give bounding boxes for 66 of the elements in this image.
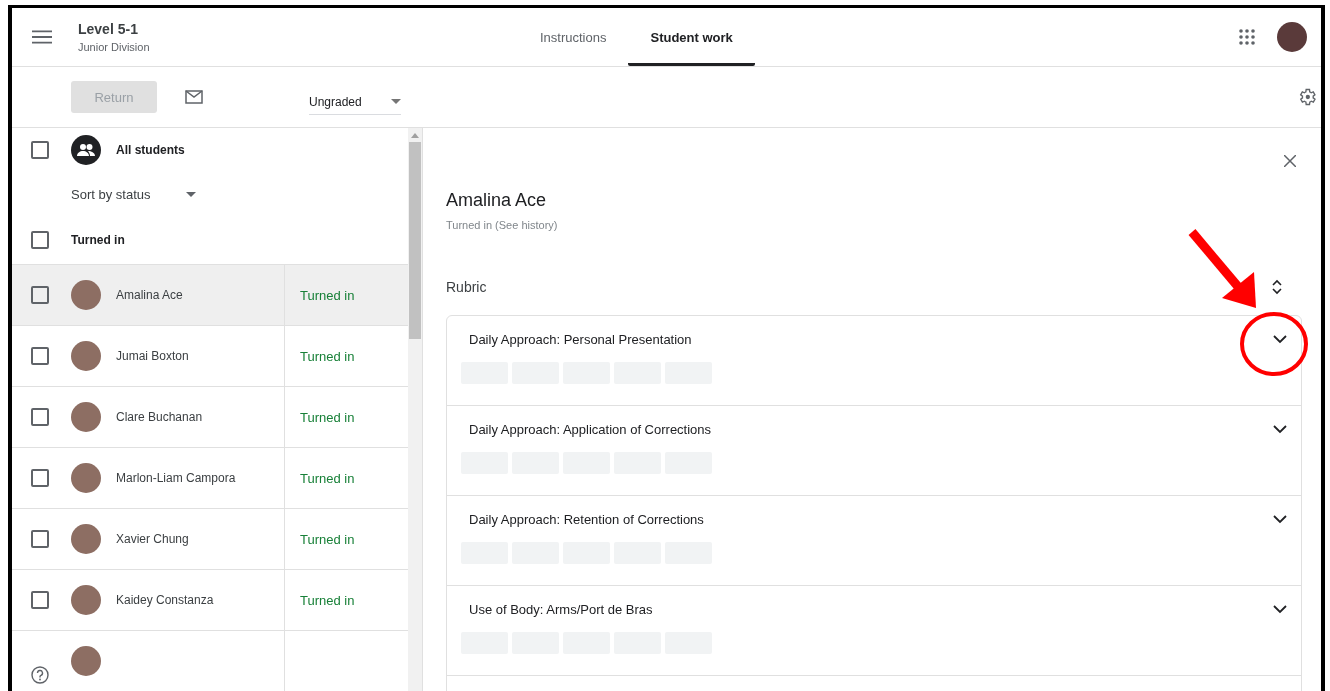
highlight-circle	[1240, 312, 1308, 376]
student-status: Turned in	[300, 287, 355, 303]
student-row[interactable]: Kaidey Constanza Turned in	[12, 569, 408, 630]
caret-icon	[186, 191, 197, 197]
sort-dropdown[interactable]: Sort by status	[71, 186, 197, 202]
student-avatar	[71, 402, 101, 432]
student-avatar	[71, 463, 101, 493]
checkbox[interactable]	[31, 347, 49, 365]
student-avatar	[71, 585, 101, 615]
chevron-icon[interactable]	[1273, 515, 1287, 524]
chevron-icon[interactable]	[1273, 335, 1287, 344]
student-row[interactable]: Amalina Ace Turned in	[12, 264, 408, 325]
submission-status: Turned in (See history)	[446, 219, 559, 231]
menu-icon[interactable]	[32, 30, 52, 44]
criterion-title: Daily Approach: Personal Presentation	[469, 332, 692, 347]
student-status: Turned in	[300, 531, 355, 547]
student-row[interactable]: Jumai Boxton Turned in	[12, 325, 408, 386]
criterion-title: Daily Approach: Application of Corrections	[469, 422, 712, 437]
checkbox[interactable]	[31, 591, 49, 609]
settings-icon[interactable]	[1297, 87, 1317, 107]
checkbox[interactable]	[31, 530, 49, 548]
tab[interactable]: Student work	[628, 8, 755, 66]
student-name: Jumai Boxton	[116, 349, 189, 363]
expand-collapse-icon[interactable]	[1272, 279, 1282, 295]
student-status: Turned in	[300, 409, 355, 425]
checkbox[interactable]	[31, 141, 49, 160]
student-row[interactable]: Xavier Chung Turned in	[12, 508, 408, 569]
chevron-icon[interactable]	[1273, 605, 1287, 614]
course-subtitle: Junior Division	[78, 41, 151, 53]
student-name: Xavier Chung	[116, 532, 189, 546]
close-icon[interactable]	[1284, 155, 1296, 167]
student-avatar	[71, 341, 101, 371]
apps-grid-icon[interactable]	[1239, 29, 1255, 45]
help-icon[interactable]	[31, 666, 49, 684]
student-name: Clare Buchanan	[116, 410, 203, 424]
checkbox[interactable]	[31, 408, 49, 426]
group-label: Turned in	[71, 233, 125, 248]
checkbox[interactable]	[31, 469, 49, 487]
student-row[interactable]: Marlon-Liam Campora Turned in	[12, 447, 408, 508]
checkbox[interactable]	[31, 231, 49, 250]
student-row[interactable]: Clare Buchanan Turned in	[12, 386, 408, 447]
grade-filter-dropdown[interactable]: Ungraded	[309, 89, 401, 115]
student-avatar	[71, 524, 101, 554]
student-name-heading: Amalina Ace	[446, 190, 548, 211]
student-status: Turned in	[300, 592, 355, 608]
course-title: Level 5-1	[78, 21, 139, 37]
rubric-heading: Rubric	[446, 279, 487, 295]
email-icon[interactable]	[185, 90, 203, 104]
criterion-title: Daily Approach: Retention of Corrections	[469, 512, 704, 527]
student-name: Marlon-Liam Campora	[116, 471, 236, 485]
account-avatar[interactable]	[1277, 22, 1307, 52]
chevron-icon[interactable]	[1273, 425, 1287, 434]
student-status: Turned in	[300, 470, 355, 486]
checkbox[interactable]	[31, 286, 49, 304]
student-name: Kaidey Constanza	[116, 593, 214, 607]
criterion-title: Use of Body: Arms/Port de Bras	[469, 602, 653, 617]
student-avatar	[71, 280, 101, 310]
all-students-label[interactable]: All students	[116, 143, 185, 158]
group-icon	[71, 135, 101, 166]
student-name: Amalina Ace	[116, 288, 183, 302]
scrollbar[interactable]	[408, 128, 422, 691]
student-avatar	[71, 646, 101, 676]
scroll-up-icon[interactable]	[411, 133, 419, 138]
caret-icon	[391, 99, 401, 104]
student-status: Turned in	[300, 348, 355, 364]
tab[interactable]: Instructions	[518, 8, 629, 66]
